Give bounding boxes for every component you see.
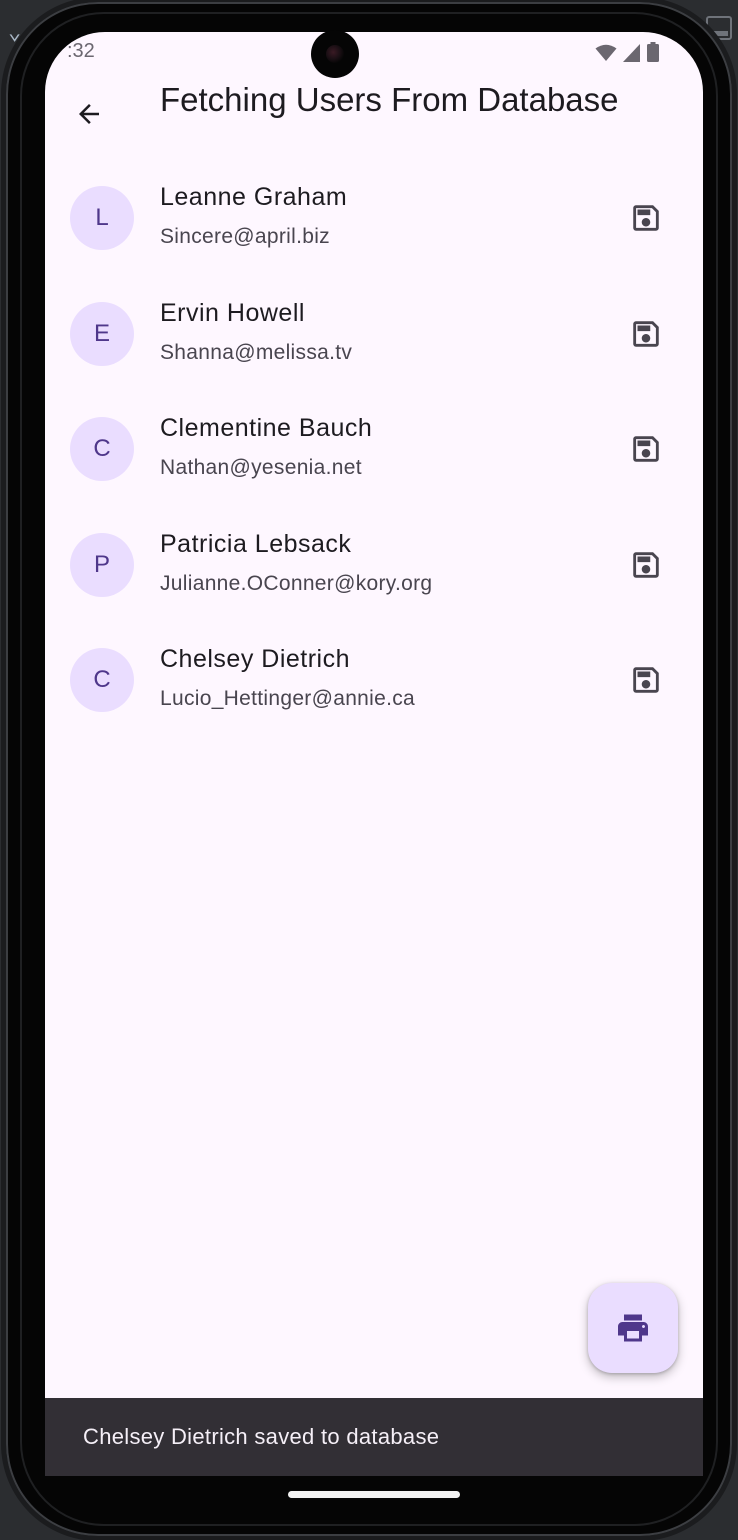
list-item[interactable]: C Chelsey Dietrich Lucio_Hettinger@annie… xyxy=(45,641,703,757)
user-name: Leanne Graham xyxy=(160,183,348,211)
user-email: Lucio_Hettinger@annie.ca xyxy=(160,687,416,710)
avatar: P xyxy=(70,532,134,597)
print-icon xyxy=(618,1314,648,1342)
avatar: C xyxy=(70,417,134,481)
save-button[interactable] xyxy=(623,195,669,241)
save-icon xyxy=(633,320,659,347)
avatar: C xyxy=(70,648,134,712)
user-list: L Leanne Graham Sincere@april.biz E Ervi… xyxy=(45,179,703,757)
print-fab-button[interactable] xyxy=(588,1283,678,1373)
status-icons xyxy=(595,42,659,62)
list-item[interactable]: L Leanne Graham Sincere@april.biz xyxy=(45,179,703,295)
save-button[interactable] xyxy=(623,426,669,472)
cellular-signal-icon xyxy=(623,44,640,62)
list-item[interactable]: E Ervin Howell Shanna@melissa.tv xyxy=(45,295,703,411)
user-name: Patricia Lebsack xyxy=(160,529,352,558)
save-button[interactable] xyxy=(623,542,669,588)
status-bar: :32 xyxy=(45,32,703,76)
status-time: :32 xyxy=(67,40,95,62)
save-button[interactable] xyxy=(623,311,669,357)
avatar: E xyxy=(70,301,134,366)
chevron-down-icon: ⌄ xyxy=(8,20,22,45)
list-item[interactable]: C Clementine Bauch Nathan@yesenia.net xyxy=(45,410,703,526)
snackbar-message: Chelsey Dietrich saved to database xyxy=(83,1424,440,1449)
save-icon xyxy=(633,667,659,693)
battery-icon xyxy=(647,42,659,62)
home-indicator[interactable] xyxy=(288,1491,460,1498)
page-title: Fetching Users From Database xyxy=(160,81,619,118)
user-email: Julianne.OConner@kory.org xyxy=(160,571,433,595)
back-button[interactable] xyxy=(65,90,113,138)
user-email: Nathan@yesenia.net xyxy=(160,456,362,479)
phone-frame: :32 Fetching Users From Database L Leann… xyxy=(6,2,732,1536)
user-email: Sincere@april.biz xyxy=(160,225,330,248)
wifi-icon xyxy=(595,44,617,61)
save-icon xyxy=(633,436,659,462)
save-button[interactable] xyxy=(623,657,669,703)
app-screen: :32 Fetching Users From Database L Leann… xyxy=(45,32,703,1476)
avatar: L xyxy=(70,186,134,250)
front-camera xyxy=(311,30,359,78)
user-name: Chelsey Dietrich xyxy=(160,645,351,673)
snackbar: Chelsey Dietrich saved to database xyxy=(45,1398,703,1476)
save-icon xyxy=(633,205,659,231)
user-name: Ervin Howell xyxy=(160,298,305,327)
user-name: Clementine Bauch xyxy=(160,414,373,442)
user-email: Shanna@melissa.tv xyxy=(160,340,353,364)
arrow-back-icon xyxy=(79,104,99,124)
list-item[interactable]: P Patricia Lebsack Julianne.OConner@kory… xyxy=(45,526,703,642)
save-icon xyxy=(633,551,659,578)
